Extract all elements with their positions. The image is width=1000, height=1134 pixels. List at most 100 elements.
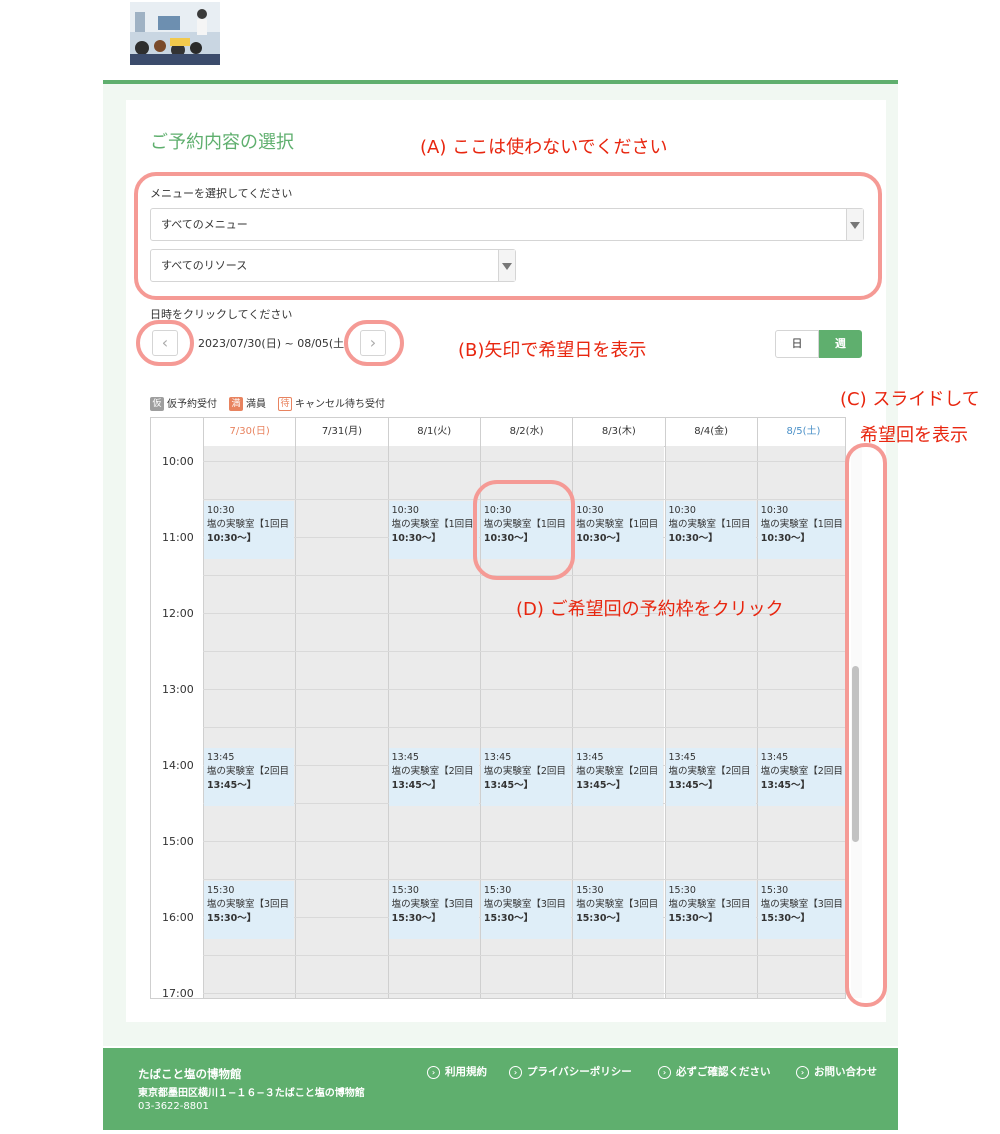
calendar-header: 7/30(日) 7/31(月) 8/1(火) 8/2(水) 8/3(木) 8/4(金) 8/… bbox=[151, 418, 845, 447]
annotation-ring-scroll bbox=[845, 443, 887, 1007]
reservation-slot[interactable]: 13:45 塩の実験室【2回目 13:45〜】 bbox=[204, 748, 295, 806]
annotation-a: (A) ここは使わないでください bbox=[420, 137, 668, 158]
slot-time: 10:30 bbox=[668, 505, 696, 516]
slot-subtitle: 10:30〜】 bbox=[668, 533, 718, 544]
slot-subtitle: 10:30〜】 bbox=[391, 533, 441, 544]
view-day-button[interactable]: 日 bbox=[775, 330, 819, 358]
slot-subtitle: 13:45〜】 bbox=[576, 780, 626, 791]
slot-time: 10:30 bbox=[576, 505, 604, 516]
grid-line bbox=[203, 879, 845, 880]
slot-title: 塩の実験室【3回目 bbox=[576, 899, 659, 910]
slot-subtitle: 13:45〜】 bbox=[668, 780, 718, 791]
reservation-slot[interactable]: 10:30 塩の実験室【1回目 10:30〜】 bbox=[204, 501, 295, 559]
slot-subtitle: 15:30〜】 bbox=[207, 913, 257, 924]
day-header: 7/31(月) bbox=[295, 418, 387, 446]
legend: 仮仮予約受付満満員待キャンセル待ち受付 bbox=[150, 395, 397, 411]
slot-title: 塩の実験室【3回目 bbox=[391, 899, 474, 910]
reservation-slot[interactable]: 15:30 塩の実験室【3回目 15:30〜】 bbox=[480, 881, 572, 939]
reservation-slot[interactable]: 13:45 塩の実験室【2回目 13:45〜】 bbox=[388, 748, 479, 806]
slot-subtitle: 15:30〜】 bbox=[668, 913, 718, 924]
slot-subtitle: 10:30〜】 bbox=[207, 533, 257, 544]
slot-title: 塩の実験室【3回目 bbox=[668, 899, 751, 910]
slot-time: 13:45 bbox=[576, 752, 604, 763]
grid-line bbox=[203, 841, 845, 842]
day-header: 8/1(火) bbox=[387, 418, 480, 446]
reservation-slot[interactable]: 10:30 塩の実験室【1回目 10:30〜】 bbox=[665, 501, 756, 559]
time-column: 10:00 11:00 12:00 13:00 14:00 15:00 16:00 17:00 bbox=[151, 446, 203, 998]
reservation-slot[interactable]: 13:45 塩の実験室【2回目 13:45〜】 bbox=[573, 748, 664, 806]
slot-title: 塩の実験室【1回目 bbox=[391, 519, 474, 530]
footer-museum-name: たばこと塩の博物館 bbox=[138, 1067, 242, 1081]
slot-subtitle: 10:30〜】 bbox=[576, 533, 626, 544]
slot-time: 13:45 bbox=[391, 752, 419, 763]
reservation-slot[interactable]: 15:30 塩の実験室【3回目 15:30〜】 bbox=[204, 881, 295, 939]
day-header: 8/5(土) bbox=[756, 418, 845, 446]
time-label: 12:00 bbox=[162, 607, 194, 620]
slot-subtitle: 15:30〜】 bbox=[483, 913, 534, 924]
date-range: 2023/07/30(日) ~ 08/05(土) bbox=[198, 337, 349, 350]
slot-subtitle: 15:30〜】 bbox=[760, 913, 811, 924]
slot-time: 13:45 bbox=[207, 752, 235, 763]
chevron-circle-icon: › bbox=[509, 1065, 522, 1079]
slot-time: 15:30 bbox=[576, 885, 604, 896]
slot-title: 塩の実験室【3回目 bbox=[207, 899, 290, 910]
slot-time: 13:45 bbox=[483, 752, 512, 763]
time-label: 13:00 bbox=[162, 683, 194, 696]
annotation-ring-next bbox=[344, 320, 404, 366]
reservation-slot[interactable]: 15:30 塩の実験室【3回目 15:30〜】 bbox=[573, 881, 664, 939]
reservation-slot[interactable]: 15:30 塩の実験室【3回目 15:30〜】 bbox=[388, 881, 479, 939]
reservation-slot[interactable]: 15:30 塩の実験室【3回目 15:30〜】 bbox=[757, 881, 845, 939]
annotation-ring-a bbox=[134, 172, 882, 300]
legend-badge-icon: 仮 bbox=[150, 397, 164, 411]
museum-logo-image bbox=[130, 2, 220, 65]
time-label: 17:00 bbox=[162, 987, 194, 999]
legend-badge-icon: 満 bbox=[229, 397, 243, 411]
slot-subtitle: 13:45〜】 bbox=[207, 780, 257, 791]
day-header: 8/2(水) bbox=[479, 418, 572, 446]
slot-title: 塩の実験室【1回目 bbox=[207, 519, 290, 530]
slot-subtitle: 15:30〜】 bbox=[576, 913, 626, 924]
reservation-slot[interactable]: 13:45 塩の実験室【2回目 13:45〜】 bbox=[665, 748, 756, 806]
day-header: 8/4(金) bbox=[664, 418, 757, 446]
footer-link-contact[interactable]: › お問い合わせ bbox=[796, 1064, 877, 1079]
grid-line bbox=[203, 993, 845, 994]
footer-link-terms[interactable]: › 利用規約 bbox=[427, 1064, 487, 1079]
slot-time: 13:45 bbox=[760, 752, 789, 763]
time-label: 15:00 bbox=[162, 835, 194, 848]
time-label: 16:00 bbox=[162, 911, 194, 924]
reservation-slot[interactable]: 15:30 塩の実験室【3回目 15:30〜】 bbox=[665, 881, 756, 939]
slot-subtitle: 13:45〜】 bbox=[760, 780, 811, 791]
section-title: ご予約内容の選択 bbox=[150, 132, 294, 153]
grid-line bbox=[203, 651, 845, 652]
reservation-slot[interactable]: 13:45 塩の実験室【2回目 13:45〜】 bbox=[757, 748, 845, 806]
footer-link-privacy[interactable]: › プライバシーポリシー bbox=[509, 1064, 632, 1079]
reservation-slot[interactable]: 10:30 塩の実験室【1回目 10:30〜】 bbox=[757, 501, 845, 559]
time-label: 14:00 bbox=[162, 759, 194, 772]
slot-title: 塩の実験室【2回目 bbox=[207, 766, 290, 777]
reservation-slot[interactable]: 10:30 塩の実験室【1回目 10:30〜】 bbox=[388, 501, 479, 559]
slot-subtitle: 15:30〜】 bbox=[391, 913, 441, 924]
day-column bbox=[295, 446, 388, 998]
annotation-ring-prev bbox=[136, 320, 194, 366]
annotation-c2: 希望回を表示 bbox=[860, 425, 968, 446]
slot-time: 15:30 bbox=[391, 885, 419, 896]
time-label: 11:00 bbox=[162, 531, 194, 544]
annotation-ring-slot bbox=[473, 480, 575, 580]
slot-subtitle: 13:45〜】 bbox=[391, 780, 441, 791]
chevron-circle-icon: › bbox=[427, 1065, 440, 1079]
slot-time: 10:30 bbox=[207, 505, 235, 516]
slot-title: 塩の実験室【2回目 bbox=[760, 766, 843, 777]
grid-line bbox=[203, 955, 845, 956]
grid-line bbox=[203, 727, 845, 728]
footer-link-notice[interactable]: › 必ずご確認ください bbox=[658, 1064, 771, 1079]
reservation-slot[interactable]: 10:30 塩の実験室【1回目 10:30〜】 bbox=[573, 501, 664, 559]
view-week-button[interactable]: 週 bbox=[819, 330, 862, 358]
reservation-slot[interactable]: 13:45 塩の実験室【2回目 13:45〜】 bbox=[480, 748, 572, 806]
slot-title: 塩の実験室【2回目 bbox=[576, 766, 659, 777]
slot-time: 10:30 bbox=[760, 505, 789, 516]
legend-item: 仮仮予約受付 bbox=[150, 397, 217, 411]
slot-title: 塩の実験室【2回目 bbox=[483, 766, 566, 777]
legend-item: 待キャンセル待ち受付 bbox=[278, 397, 385, 411]
slot-title: 塩の実験室【3回目 bbox=[483, 899, 566, 910]
slot-subtitle: 10:30〜】 bbox=[760, 533, 811, 544]
